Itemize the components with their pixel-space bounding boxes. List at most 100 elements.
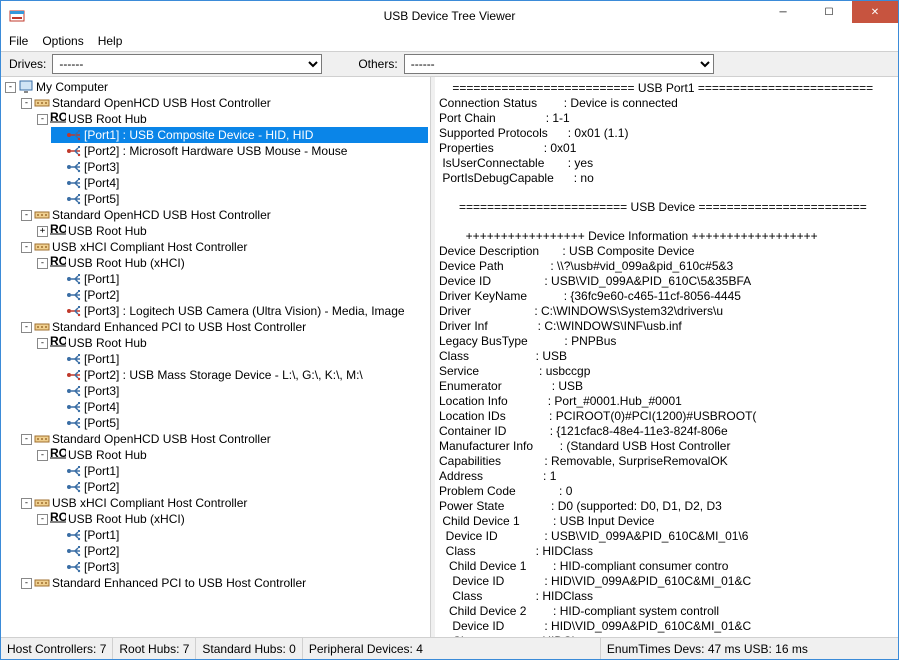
tree-node-port[interactable]: [Port3] : Logitech USB Camera (Ultra Vis…: [51, 303, 428, 319]
tree-node-controller[interactable]: -Standard OpenHCD USB Host Controller: [19, 431, 428, 447]
menu-help[interactable]: Help: [98, 34, 123, 48]
tree-node-port[interactable]: [Port3]: [51, 159, 428, 175]
usb-port-icon: [66, 527, 82, 543]
detail-line: Device ID : HID\VID_099A&PID_610C&MI_01&…: [439, 574, 751, 588]
detail-line: Device Description : USB Composite Devic…: [439, 244, 694, 258]
detail-line: Container ID : {121cfac8-48e4-11e3-824f-…: [439, 424, 728, 438]
tree-node-controller[interactable]: -USB xHCI Compliant Host Controller: [19, 495, 428, 511]
root-hub-icon: [50, 255, 66, 271]
controller-icon: [34, 495, 50, 511]
tree-node-port[interactable]: [Port2]: [51, 479, 428, 495]
expander-icon[interactable]: -: [21, 498, 32, 509]
detail-line: Address : 1: [439, 469, 556, 483]
detail-line: +++++++++++++++++ Device Information +++…: [439, 229, 818, 243]
app-icon: [9, 8, 25, 24]
tree-node-hub[interactable]: -USB Root Hub (xHCI): [35, 255, 428, 271]
tree-node-hub[interactable]: -USB Root Hub: [35, 111, 428, 127]
tree-node-controller[interactable]: -Standard OpenHCD USB Host Controller: [19, 95, 428, 111]
usb-port-icon: [66, 191, 82, 207]
tree-node-port[interactable]: [Port2] : USB Mass Storage Device - L:\,…: [51, 367, 428, 383]
tree-node-controller[interactable]: -USB xHCI Compliant Host Controller: [19, 239, 428, 255]
detail-line: Driver : C:\WINDOWS\System32\drivers\u: [439, 304, 723, 318]
detail-line: Properties : 0x01: [439, 141, 576, 155]
expander-icon[interactable]: -: [37, 450, 48, 461]
detail-line: Manufacturer Info : (Standard USB Host C…: [439, 439, 730, 453]
detail-line: ========================== USB Port1 ===…: [439, 81, 873, 95]
usb-port-icon: [66, 351, 82, 367]
expander-icon[interactable]: -: [37, 338, 48, 349]
expander-icon[interactable]: -: [21, 322, 32, 333]
tree-node-port[interactable]: [Port5]: [51, 415, 428, 431]
expander-icon[interactable]: -: [37, 114, 48, 125]
tree-node-port[interactable]: [Port1]: [51, 463, 428, 479]
tree-node-hub[interactable]: -USB Root Hub: [35, 335, 428, 351]
toolbar: Drives: ------ Others: ------: [1, 51, 898, 77]
usb-device-icon: [66, 367, 82, 383]
expander-icon[interactable]: -: [5, 82, 16, 93]
expander-icon[interactable]: -: [37, 514, 48, 525]
tree-node-port[interactable]: [Port2]: [51, 543, 428, 559]
tree-node-root[interactable]: -My Computer: [3, 79, 428, 95]
tree-node-port[interactable]: [Port1]: [51, 271, 428, 287]
usb-port-icon: [66, 175, 82, 191]
detail-line: Port Chain : 1-1: [439, 111, 570, 125]
tree-node-port[interactable]: [Port3]: [51, 383, 428, 399]
computer-icon: [18, 79, 34, 95]
tree-node-port[interactable]: [Port5]: [51, 191, 428, 207]
controller-icon: [34, 207, 50, 223]
tree-node-controller[interactable]: -Standard Enhanced PCI to USB Host Contr…: [19, 319, 428, 335]
tree-node-port[interactable]: [Port3]: [51, 559, 428, 575]
detail-line: Supported Protocols : 0x01 (1.1): [439, 126, 628, 140]
others-select[interactable]: ------: [404, 54, 714, 74]
usb-port-icon: [66, 479, 82, 495]
tree-node-port[interactable]: [Port1]: [51, 527, 428, 543]
statusbar: Host Controllers: 7 Root Hubs: 7 Standar…: [1, 637, 898, 659]
controller-icon: [34, 431, 50, 447]
maximize-button[interactable]: ☐: [806, 1, 852, 23]
minimize-button[interactable]: ─: [760, 1, 806, 23]
usb-port-icon: [66, 287, 82, 303]
tree-node-port[interactable]: [Port4]: [51, 175, 428, 191]
status-host-controllers: Host Controllers: 7: [1, 638, 113, 659]
tree-node-hub[interactable]: +USB Root Hub: [35, 223, 428, 239]
menubar: File Options Help: [1, 31, 898, 51]
tree-node-port[interactable]: [Port2] : Microsoft Hardware USB Mouse -…: [51, 143, 428, 159]
tree-node-port[interactable]: [Port2]: [51, 287, 428, 303]
expander-icon[interactable]: -: [37, 258, 48, 269]
tree-node-port-selected[interactable]: [Port1] : USB Composite Device - HID, HI…: [51, 127, 428, 143]
controller-icon: [34, 575, 50, 591]
usb-device-icon: [66, 143, 82, 159]
drives-select[interactable]: ------: [52, 54, 322, 74]
detail-panel[interactable]: ========================== USB Port1 ===…: [435, 77, 898, 637]
tree-node-hub[interactable]: -USB Root Hub: [35, 447, 428, 463]
expander-icon[interactable]: +: [37, 226, 48, 237]
expander-icon[interactable]: -: [21, 434, 32, 445]
expander-icon[interactable]: -: [21, 98, 32, 109]
tree-node-controller[interactable]: -Standard Enhanced PCI to USB Host Contr…: [19, 575, 428, 591]
controller-icon: [34, 239, 50, 255]
tree-panel[interactable]: -My Computer -Standard OpenHCD USB Host …: [1, 77, 431, 637]
menu-file[interactable]: File: [9, 34, 28, 48]
tree-node-port[interactable]: [Port4]: [51, 399, 428, 415]
root-hub-icon: [50, 111, 66, 127]
tree-node-port[interactable]: [Port1]: [51, 351, 428, 367]
expander-icon[interactable]: -: [21, 578, 32, 589]
root-hub-icon: [50, 447, 66, 463]
tree-node-controller[interactable]: -Standard OpenHCD USB Host Controller: [19, 207, 428, 223]
usb-port-icon: [66, 543, 82, 559]
detail-line: PortIsDebugCapable : no: [439, 171, 594, 185]
expander-icon[interactable]: -: [21, 242, 32, 253]
expander-icon[interactable]: -: [21, 210, 32, 221]
usb-port-icon: [66, 559, 82, 575]
detail-line: Device ID : USB\VID_099A&PID_610C&MI_01\…: [439, 529, 748, 543]
menu-options[interactable]: Options: [42, 34, 83, 48]
usb-port-icon: [66, 159, 82, 175]
close-button[interactable]: ✕: [852, 1, 898, 23]
detail-line: Child Device 1 : HID-compliant consumer …: [439, 559, 728, 573]
usb-device-icon: [66, 303, 82, 319]
controller-icon: [34, 319, 50, 335]
window-title: USB Device Tree Viewer: [384, 9, 516, 23]
detail-line: Class : HIDClass: [439, 589, 593, 603]
usb-port-icon: [66, 383, 82, 399]
tree-node-hub[interactable]: -USB Root Hub (xHCI): [35, 511, 428, 527]
